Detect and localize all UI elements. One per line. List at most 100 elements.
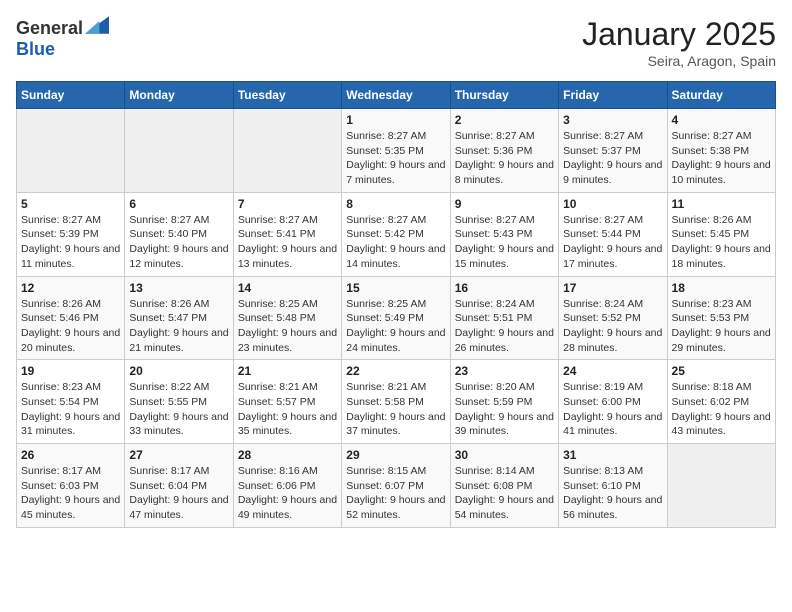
day-number: 28 [238, 448, 337, 462]
calendar-week-row: 19 Sunrise: 8:23 AMSunset: 5:54 PMDayligh… [17, 360, 776, 444]
calendar-body: 1Sunrise: 8:27 AMSunset: 5:35 PMDaylight… [17, 109, 776, 528]
day-number: 24 [563, 364, 662, 378]
page-header: General Blue January 2025 Seira, Aragon,… [16, 16, 776, 69]
calendar-cell: 10 Sunrise: 8:27 AMSunset: 5:44 PMDayligh… [559, 192, 667, 276]
day-info: Sunrise: 8:22 AMSunset: 5:55 PMDaylight:… [129, 380, 228, 439]
calendar-cell: 23Sunrise: 8:20 AMSunset: 5:59 PMDayligh… [450, 360, 558, 444]
day-number: 10 [563, 197, 662, 211]
day-info: Sunrise: 8:27 AMSunset: 5:37 PMDaylight:… [563, 129, 662, 188]
calendar-cell [667, 444, 775, 528]
title-block: January 2025 Seira, Aragon, Spain [582, 16, 776, 69]
calendar-cell: 1Sunrise: 8:27 AMSunset: 5:35 PMDaylight… [342, 109, 450, 193]
calendar-cell: 2 Sunrise: 8:27 AMSunset: 5:36 PMDaylight… [450, 109, 558, 193]
calendar-cell: 16Sunrise: 8:24 AMSunset: 5:51 PMDayligh… [450, 276, 558, 360]
day-number: 6 [129, 197, 228, 211]
day-info: Sunrise: 8:19 AMSunset: 6:00 PMDaylight:… [563, 380, 662, 439]
day-number: 17 [563, 281, 662, 295]
calendar-cell [17, 109, 125, 193]
day-info: Sunrise: 8:24 AMSunset: 5:52 PMDaylight:… [563, 297, 662, 356]
calendar-cell: 13 Sunrise: 8:26 AMSunset: 5:47 PMDayligh… [125, 276, 233, 360]
day-number: 26 [21, 448, 120, 462]
calendar-cell: 20 Sunrise: 8:22 AMSunset: 5:55 PMDayligh… [125, 360, 233, 444]
day-number: 18 [672, 281, 771, 295]
calendar-subtitle: Seira, Aragon, Spain [582, 53, 776, 69]
calendar-cell: 18 Sunrise: 8:23 AMSunset: 5:53 PMDayligh… [667, 276, 775, 360]
day-info: Sunrise: 8:25 AMSunset: 5:48 PMDaylight:… [238, 297, 337, 356]
calendar-cell: 30 Sunrise: 8:14 AMSunset: 6:08 PMDayligh… [450, 444, 558, 528]
day-info: Sunrise: 8:27 AMSunset: 5:36 PMDaylight:… [455, 129, 554, 188]
day-number: 9 [455, 197, 554, 211]
day-number: 4 [672, 113, 771, 127]
day-info: Sunrise: 8:18 AMSunset: 6:02 PMDaylight:… [672, 380, 771, 439]
day-number: 5 [21, 197, 120, 211]
day-info: Sunrise: 8:27 AMSunset: 5:39 PMDaylight:… [21, 213, 120, 272]
calendar-cell: 8 Sunrise: 8:27 AMSunset: 5:42 PMDaylight… [342, 192, 450, 276]
weekday-header: Monday [125, 82, 233, 109]
day-info: Sunrise: 8:13 AMSunset: 6:10 PMDaylight:… [563, 464, 662, 523]
day-info: Sunrise: 8:15 AMSunset: 6:07 PMDaylight:… [346, 464, 445, 523]
day-info: Sunrise: 8:27 AMSunset: 5:40 PMDaylight:… [129, 213, 228, 272]
day-info: Sunrise: 8:23 AMSunset: 5:53 PMDaylight:… [672, 297, 771, 356]
day-number: 31 [563, 448, 662, 462]
day-number: 20 [129, 364, 228, 378]
calendar-week-row: 5 Sunrise: 8:27 AMSunset: 5:39 PMDaylight… [17, 192, 776, 276]
calendar-cell: 12Sunrise: 8:26 AMSunset: 5:46 PMDayligh… [17, 276, 125, 360]
calendar-cell: 14Sunrise: 8:25 AMSunset: 5:48 PMDayligh… [233, 276, 341, 360]
day-number: 13 [129, 281, 228, 295]
weekday-row: SundayMondayTuesdayWednesdayThursdayFrid… [17, 82, 776, 109]
weekday-header: Saturday [667, 82, 775, 109]
calendar-header: SundayMondayTuesdayWednesdayThursdayFrid… [17, 82, 776, 109]
day-info: Sunrise: 8:26 AMSunset: 5:46 PMDaylight:… [21, 297, 120, 356]
day-info: Sunrise: 8:16 AMSunset: 6:06 PMDaylight:… [238, 464, 337, 523]
calendar-cell: 26 Sunrise: 8:17 AMSunset: 6:03 PMDayligh… [17, 444, 125, 528]
calendar-cell [233, 109, 341, 193]
day-info: Sunrise: 8:21 AMSunset: 5:58 PMDaylight:… [346, 380, 445, 439]
day-info: Sunrise: 8:27 AMSunset: 5:43 PMDaylight:… [455, 213, 554, 272]
day-info: Sunrise: 8:20 AMSunset: 5:59 PMDaylight:… [455, 380, 554, 439]
day-number: 22 [346, 364, 445, 378]
calendar-cell: 24 Sunrise: 8:19 AMSunset: 6:00 PMDayligh… [559, 360, 667, 444]
calendar-cell: 27Sunrise: 8:17 AMSunset: 6:04 PMDayligh… [125, 444, 233, 528]
calendar-table: SundayMondayTuesdayWednesdayThursdayFrid… [16, 81, 776, 528]
calendar-week-row: 26 Sunrise: 8:17 AMSunset: 6:03 PMDayligh… [17, 444, 776, 528]
day-info: Sunrise: 8:23 AMSunset: 5:54 PMDaylight:… [21, 380, 120, 439]
logo-text: General Blue [16, 16, 109, 60]
day-info: Sunrise: 8:14 AMSunset: 6:08 PMDaylight:… [455, 464, 554, 523]
day-number: 15 [346, 281, 445, 295]
weekday-header: Tuesday [233, 82, 341, 109]
logo-blue: Blue [16, 39, 55, 59]
day-number: 7 [238, 197, 337, 211]
day-number: 21 [238, 364, 337, 378]
day-info: Sunrise: 8:25 AMSunset: 5:49 PMDaylight:… [346, 297, 445, 356]
day-number: 11 [672, 197, 771, 211]
day-number: 16 [455, 281, 554, 295]
day-number: 30 [455, 448, 554, 462]
logo-general: General [16, 18, 83, 38]
calendar-cell: 15 Sunrise: 8:25 AMSunset: 5:49 PMDayligh… [342, 276, 450, 360]
day-info: Sunrise: 8:26 AMSunset: 5:47 PMDaylight:… [129, 297, 228, 356]
calendar-cell: 7 Sunrise: 8:27 AMSunset: 5:41 PMDaylight… [233, 192, 341, 276]
calendar-week-row: 12Sunrise: 8:26 AMSunset: 5:46 PMDayligh… [17, 276, 776, 360]
calendar-cell: 5 Sunrise: 8:27 AMSunset: 5:39 PMDaylight… [17, 192, 125, 276]
day-number: 25 [672, 364, 771, 378]
weekday-header: Thursday [450, 82, 558, 109]
calendar-cell: 4Sunrise: 8:27 AMSunset: 5:38 PMDaylight… [667, 109, 775, 193]
calendar-cell: 22 Sunrise: 8:21 AMSunset: 5:58 PMDayligh… [342, 360, 450, 444]
day-number: 8 [346, 197, 445, 211]
calendar-cell [125, 109, 233, 193]
day-info: Sunrise: 8:17 AMSunset: 6:04 PMDaylight:… [129, 464, 228, 523]
calendar-cell: 19 Sunrise: 8:23 AMSunset: 5:54 PMDayligh… [17, 360, 125, 444]
day-info: Sunrise: 8:27 AMSunset: 5:42 PMDaylight:… [346, 213, 445, 272]
day-number: 2 [455, 113, 554, 127]
day-info: Sunrise: 8:27 AMSunset: 5:44 PMDaylight:… [563, 213, 662, 272]
logo-icon [85, 16, 109, 34]
day-info: Sunrise: 8:27 AMSunset: 5:41 PMDaylight:… [238, 213, 337, 272]
day-info: Sunrise: 8:21 AMSunset: 5:57 PMDaylight:… [238, 380, 337, 439]
weekday-header: Friday [559, 82, 667, 109]
weekday-header: Wednesday [342, 82, 450, 109]
day-number: 3 [563, 113, 662, 127]
day-info: Sunrise: 8:17 AMSunset: 6:03 PMDaylight:… [21, 464, 120, 523]
calendar-title: January 2025 [582, 16, 776, 53]
day-number: 19 [21, 364, 120, 378]
calendar-cell: 28 Sunrise: 8:16 AMSunset: 6:06 PMDayligh… [233, 444, 341, 528]
